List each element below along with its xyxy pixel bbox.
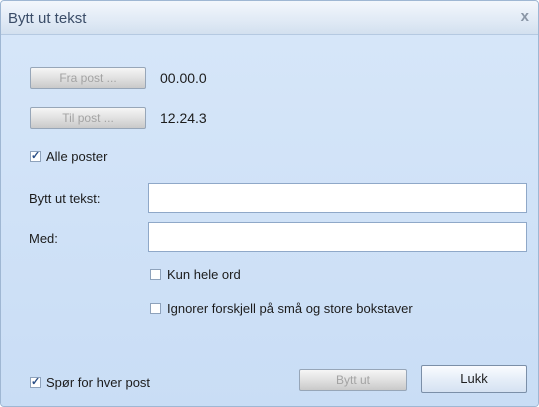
from-post-button[interactable]: Fra post ... xyxy=(30,67,146,89)
close-button[interactable]: Lukk xyxy=(421,365,527,393)
ignore-case-checkbox[interactable] xyxy=(150,303,161,314)
with-text-label: Med: xyxy=(29,231,58,246)
whole-words-label: Kun hele ord xyxy=(167,267,241,282)
ask-each-post-checkbox[interactable]: ✓ xyxy=(30,376,41,388)
all-posts-checkbox[interactable]: ✓ xyxy=(30,150,41,162)
dialog-title: Bytt ut tekst xyxy=(8,10,87,27)
replace-text-label: Bytt ut tekst: xyxy=(29,191,101,206)
dialog-body: Fra post ... 00.00.0 Til post ... 12.24.… xyxy=(1,35,538,406)
to-post-value: 12.24.3 xyxy=(160,110,207,126)
to-post-button[interactable]: Til post ... xyxy=(30,107,146,129)
from-post-value: 00.00.0 xyxy=(160,70,207,86)
replace-text-input[interactable] xyxy=(148,183,527,213)
ask-each-post-label: Spør for hver post xyxy=(46,375,151,390)
title-bar: Bytt ut tekst x xyxy=(1,1,538,35)
whole-words-checkbox[interactable] xyxy=(150,269,161,280)
checkmark-icon: ✓ xyxy=(31,150,41,162)
with-text-input[interactable] xyxy=(148,222,527,252)
all-posts-label: Alle poster xyxy=(46,149,108,164)
checkmark-icon: ✓ xyxy=(31,376,41,388)
ignore-case-label: Ignorer forskjell på små og store boksta… xyxy=(167,301,413,316)
replace-text-dialog: Bytt ut tekst x Fra post ... 00.00.0 Til… xyxy=(0,0,539,407)
close-icon[interactable]: x xyxy=(521,8,529,25)
replace-button[interactable]: Bytt ut xyxy=(299,369,407,391)
